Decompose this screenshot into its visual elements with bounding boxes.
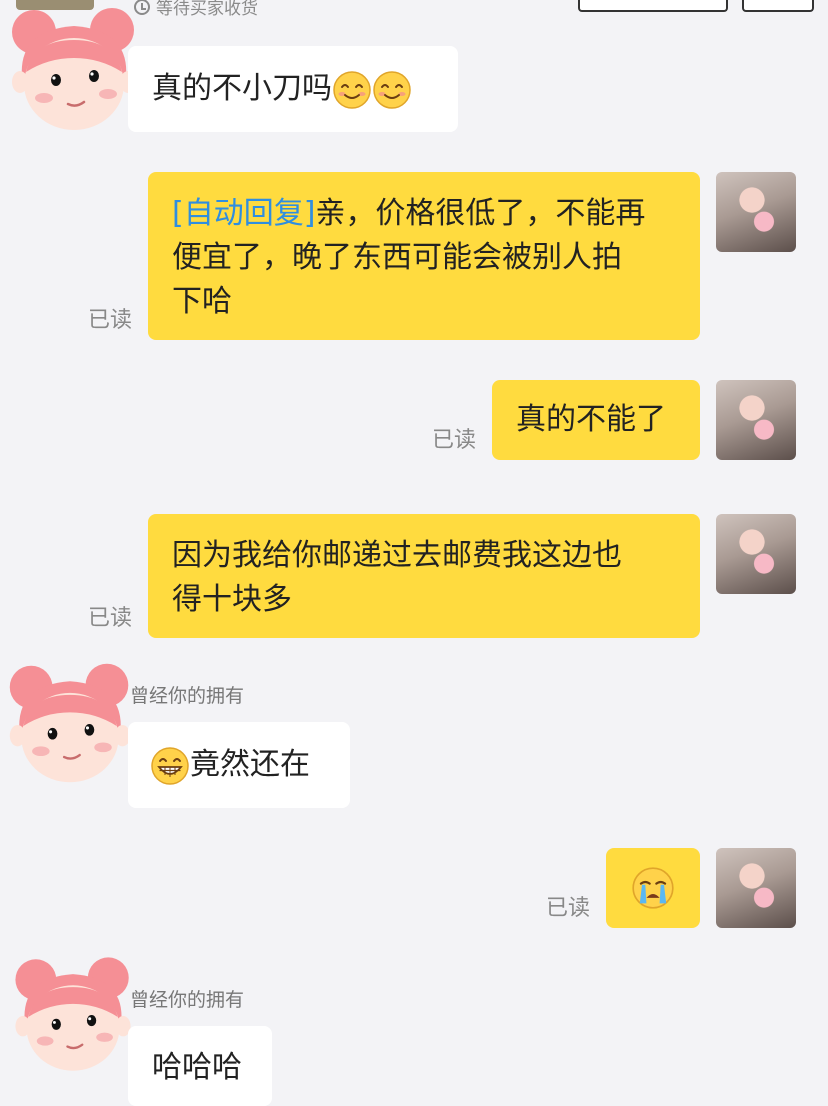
contact-avatar[interactable] xyxy=(2,656,138,792)
read-receipt: 已读 xyxy=(88,606,133,631)
message-text: 亲，价格很低了，不能再 xyxy=(315,196,646,231)
message-bubble[interactable]: 竟然还在 xyxy=(128,722,350,808)
message-text: 竟然还在 xyxy=(190,747,310,782)
message-bubble[interactable]: 真的不小刀吗 xyxy=(128,46,458,132)
auto-reply-tag: [自动回复] xyxy=(172,196,316,231)
message-bubble[interactable] xyxy=(606,848,700,928)
message-text: 下哈 xyxy=(172,284,232,319)
read-receipt: 已读 xyxy=(432,428,477,453)
message-bubble[interactable]: 真的不能了 xyxy=(492,380,700,460)
message-bubble[interactable]: 哈哈哈 xyxy=(128,1026,272,1106)
contact-avatar[interactable] xyxy=(8,950,138,1080)
sender-name: 曾经你的拥有 xyxy=(130,685,245,707)
smile-emoji-icon xyxy=(372,70,412,110)
read-receipt: 已读 xyxy=(88,308,133,333)
my-avatar[interactable] xyxy=(716,380,796,460)
order-status: 等待买家收货 xyxy=(134,0,258,19)
sender-name: 曾经你的拥有 xyxy=(130,989,245,1011)
read-receipt: 已读 xyxy=(546,896,591,921)
grin-emoji-icon xyxy=(150,746,190,786)
my-avatar[interactable] xyxy=(716,514,796,594)
contact-avatar[interactable] xyxy=(4,0,144,140)
message-text: 得十块多 xyxy=(172,582,292,617)
message-text: 真的不小刀吗 xyxy=(152,71,332,106)
message-bubble[interactable]: 因为我给你邮递过去邮费我这边也 得十块多 xyxy=(148,514,700,638)
action-button-primary[interactable] xyxy=(578,0,728,12)
message-text: 因为我给你邮递过去邮费我这边也 xyxy=(172,538,622,573)
my-avatar[interactable] xyxy=(716,172,796,252)
action-button-secondary[interactable] xyxy=(742,0,814,12)
message-text: 便宜了，晚了东西可能会被别人拍 xyxy=(172,240,622,275)
crying-emoji-icon xyxy=(631,866,675,910)
my-avatar[interactable] xyxy=(716,848,796,928)
smile-emoji-icon xyxy=(332,70,372,110)
message-text: 哈哈哈 xyxy=(152,1050,242,1085)
message-bubble[interactable]: [自动回复]亲，价格很低了，不能再 便宜了，晚了东西可能会被别人拍 下哈 xyxy=(148,172,700,340)
message-text: 真的不能了 xyxy=(516,402,666,437)
order-status-text: 等待买家收货 xyxy=(156,0,258,19)
